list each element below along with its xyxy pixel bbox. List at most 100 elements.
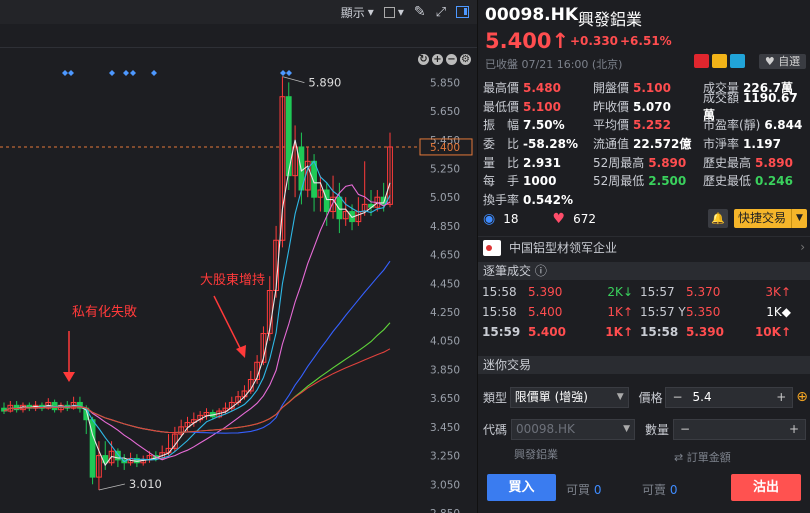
- display-menu[interactable]: 顯示 ▾: [341, 4, 374, 21]
- plus-icon[interactable]: +: [776, 390, 786, 404]
- refresh-icon[interactable]: ↻: [418, 53, 429, 65]
- lightning-icon[interactable]: [712, 54, 727, 68]
- alert-bell-button[interactable]: 🔔: [708, 209, 728, 228]
- target-icon[interactable]: ⊕: [796, 389, 808, 405]
- panel-toggle-button[interactable]: [456, 6, 469, 18]
- stat-cell: 52周最高 5.890: [593, 154, 703, 171]
- stat-cell: 最高價 5.480: [483, 79, 593, 96]
- tick-volume: 1K↑: [580, 325, 637, 339]
- tick-row: 15:58 5.400 1K↑ 15:57 Y 5.350 1K◆: [482, 302, 808, 322]
- quick-trade-button[interactable]: 快捷交易 ▼: [734, 209, 807, 228]
- price-axis-label: 5.250: [430, 163, 460, 175]
- minus-icon[interactable]: −: [672, 390, 682, 404]
- low-marker: 3.010: [129, 477, 162, 491]
- stat-value: 5.890: [755, 155, 793, 170]
- price-axis-label: 4.850: [430, 221, 460, 233]
- stat-label: 量 比: [483, 155, 520, 170]
- minus-icon[interactable]: −: [680, 422, 690, 436]
- display-label: 顯示: [340, 5, 365, 20]
- tick-row: 15:59 5.400 1K↑ 15:58 5.390 10K↑: [482, 322, 808, 342]
- stock-name: 興發鋁業: [578, 10, 643, 29]
- stat-value: 5.890: [648, 155, 687, 170]
- help-icon: ⓘ: [534, 264, 547, 278]
- stat-cell: 開盤價 5.100: [593, 79, 703, 96]
- stat-cell: 歷史最高 5.890: [703, 154, 808, 171]
- tick-price: 5.400: [528, 305, 563, 319]
- sell-button[interactable]: 沽出: [731, 474, 801, 501]
- plus-icon[interactable]: +: [789, 422, 799, 436]
- qty-stepper[interactable]: − +: [673, 418, 806, 440]
- chart-panel[interactable]: 顯示 ▾ ▾ ✎ ⤢ ↻ + − ⚙ 5.850 5.650 5.450 5.250 5.…: [0, 0, 477, 513]
- annotation-arrow-shaft: [213, 295, 242, 351]
- stat-value: 0.246: [755, 174, 793, 189]
- tick-volume: 3K↑: [738, 285, 795, 299]
- order-type-label: 類型: [483, 390, 508, 405]
- stats-row: 委 比 -58.28% 流通值 22.572億 市淨率 1.197: [483, 134, 808, 153]
- stat-value: 1.197: [743, 136, 781, 151]
- order-row-2: 代碼 00098.HK ▼ 數量 − +: [483, 418, 808, 440]
- tick-time: 15:58: [640, 325, 679, 339]
- ticks-table: 15:58 5.390 2K↓ 15:57 5.370 3K↑ 15:58 5.400 1K↑ 1…: [482, 282, 808, 342]
- price-axis-label: 3.050: [430, 479, 460, 491]
- stat-cell: 歷史最低 0.246: [703, 172, 808, 189]
- annotation-arrow-head: [63, 372, 75, 382]
- stat-label: 52周最高: [593, 155, 645, 170]
- settings-icon[interactable]: ⚙: [460, 53, 471, 65]
- stat-label: 52周最低: [593, 174, 645, 189]
- high-marker: 5.890: [308, 76, 341, 90]
- tick-time: 15:59: [482, 325, 521, 339]
- stat-label: 委 比: [483, 136, 520, 151]
- ticks-header[interactable]: 逐筆成交 ⓘ: [478, 262, 810, 280]
- eye-icon: ◉: [483, 211, 496, 227]
- code-select[interactable]: 00098.HK ▼: [511, 418, 635, 440]
- zoom-in-icon[interactable]: +: [432, 53, 443, 65]
- fullscreen-icon[interactable]: ⤢: [436, 5, 446, 20]
- checkbox-menu[interactable]: ▾: [383, 5, 404, 19]
- stat-cell: 量 比 2.931: [483, 154, 593, 171]
- watchers-count: 18: [503, 212, 519, 226]
- event-marker-icon: [68, 70, 74, 76]
- zoom-out-icon[interactable]: −: [446, 53, 457, 65]
- stat-cell: 市淨率 1.197: [703, 135, 808, 152]
- tick-time: 15:57 Y: [640, 305, 686, 319]
- stat-label: 成交額: [703, 91, 740, 106]
- tick-row: 15:58 5.390 2K↓ 15:57 5.370 3K↑: [482, 282, 808, 302]
- tick-direction-icon: ↑: [622, 305, 633, 319]
- candle-body: [323, 189, 330, 213]
- price-stepper[interactable]: − 5.4 +: [665, 386, 794, 408]
- tick-volume-text: 1K: [766, 305, 782, 319]
- price-axis-label: 3.850: [430, 364, 460, 376]
- tick-price: 5.390: [528, 285, 563, 299]
- price-axis-label: 4.050: [430, 336, 460, 348]
- price-axis-label: 4.650: [430, 250, 460, 262]
- annotation-privatization: 私有化失敗: [72, 305, 137, 320]
- price-axis-label: 3.450: [430, 422, 460, 434]
- heart-icon[interactable]: ♥: [553, 211, 566, 227]
- candlestick-chart[interactable]: 5.8505.6505.4505.2505.0504.8504.6504.450…: [0, 68, 477, 513]
- stat-cell: 市盈率(靜) 6.844: [703, 116, 808, 133]
- price-change-pct: +6.51%: [620, 34, 672, 48]
- arrow-up-icon: ↑: [551, 29, 570, 53]
- stats-row: 最低價 5.100 昨收價 5.070 成交額 1190.67萬: [483, 91, 808, 122]
- tag-icon[interactable]: [730, 54, 745, 68]
- chart-toolbar: 顯示 ▾ ▾ ✎ ⤢: [0, 0, 477, 24]
- sector-row[interactable]: 中国铝型材领军企业 ›: [478, 236, 810, 258]
- price-input[interactable]: 5.4: [683, 390, 777, 404]
- current-price-tag: 5.400: [430, 142, 460, 154]
- stat-value: -58.28%: [523, 136, 578, 151]
- order-type-select[interactable]: 限價單 (增強) ▼: [509, 386, 629, 408]
- draw-pen-icon[interactable]: ✎: [414, 4, 426, 20]
- stat-cell: 委 比 -58.28%: [483, 135, 593, 152]
- tick-volume: 1K◆: [738, 305, 795, 319]
- stat-label: 市淨率: [703, 136, 740, 151]
- stat-label: 換手率: [483, 192, 520, 207]
- tick-volume-text: 3K: [765, 285, 781, 299]
- price-axis-label: 5.650: [430, 106, 460, 118]
- add-watchlist-button[interactable]: ♥ 自選: [759, 54, 806, 69]
- tick-volume-text: 1K: [607, 305, 623, 319]
- stats-row: 換手率 0.542%: [483, 190, 808, 209]
- stat-value: 5.070: [633, 99, 671, 114]
- stat-value: 6.844: [764, 118, 803, 133]
- likes-count: 672: [573, 212, 596, 226]
- buy-button[interactable]: 買入: [487, 474, 556, 501]
